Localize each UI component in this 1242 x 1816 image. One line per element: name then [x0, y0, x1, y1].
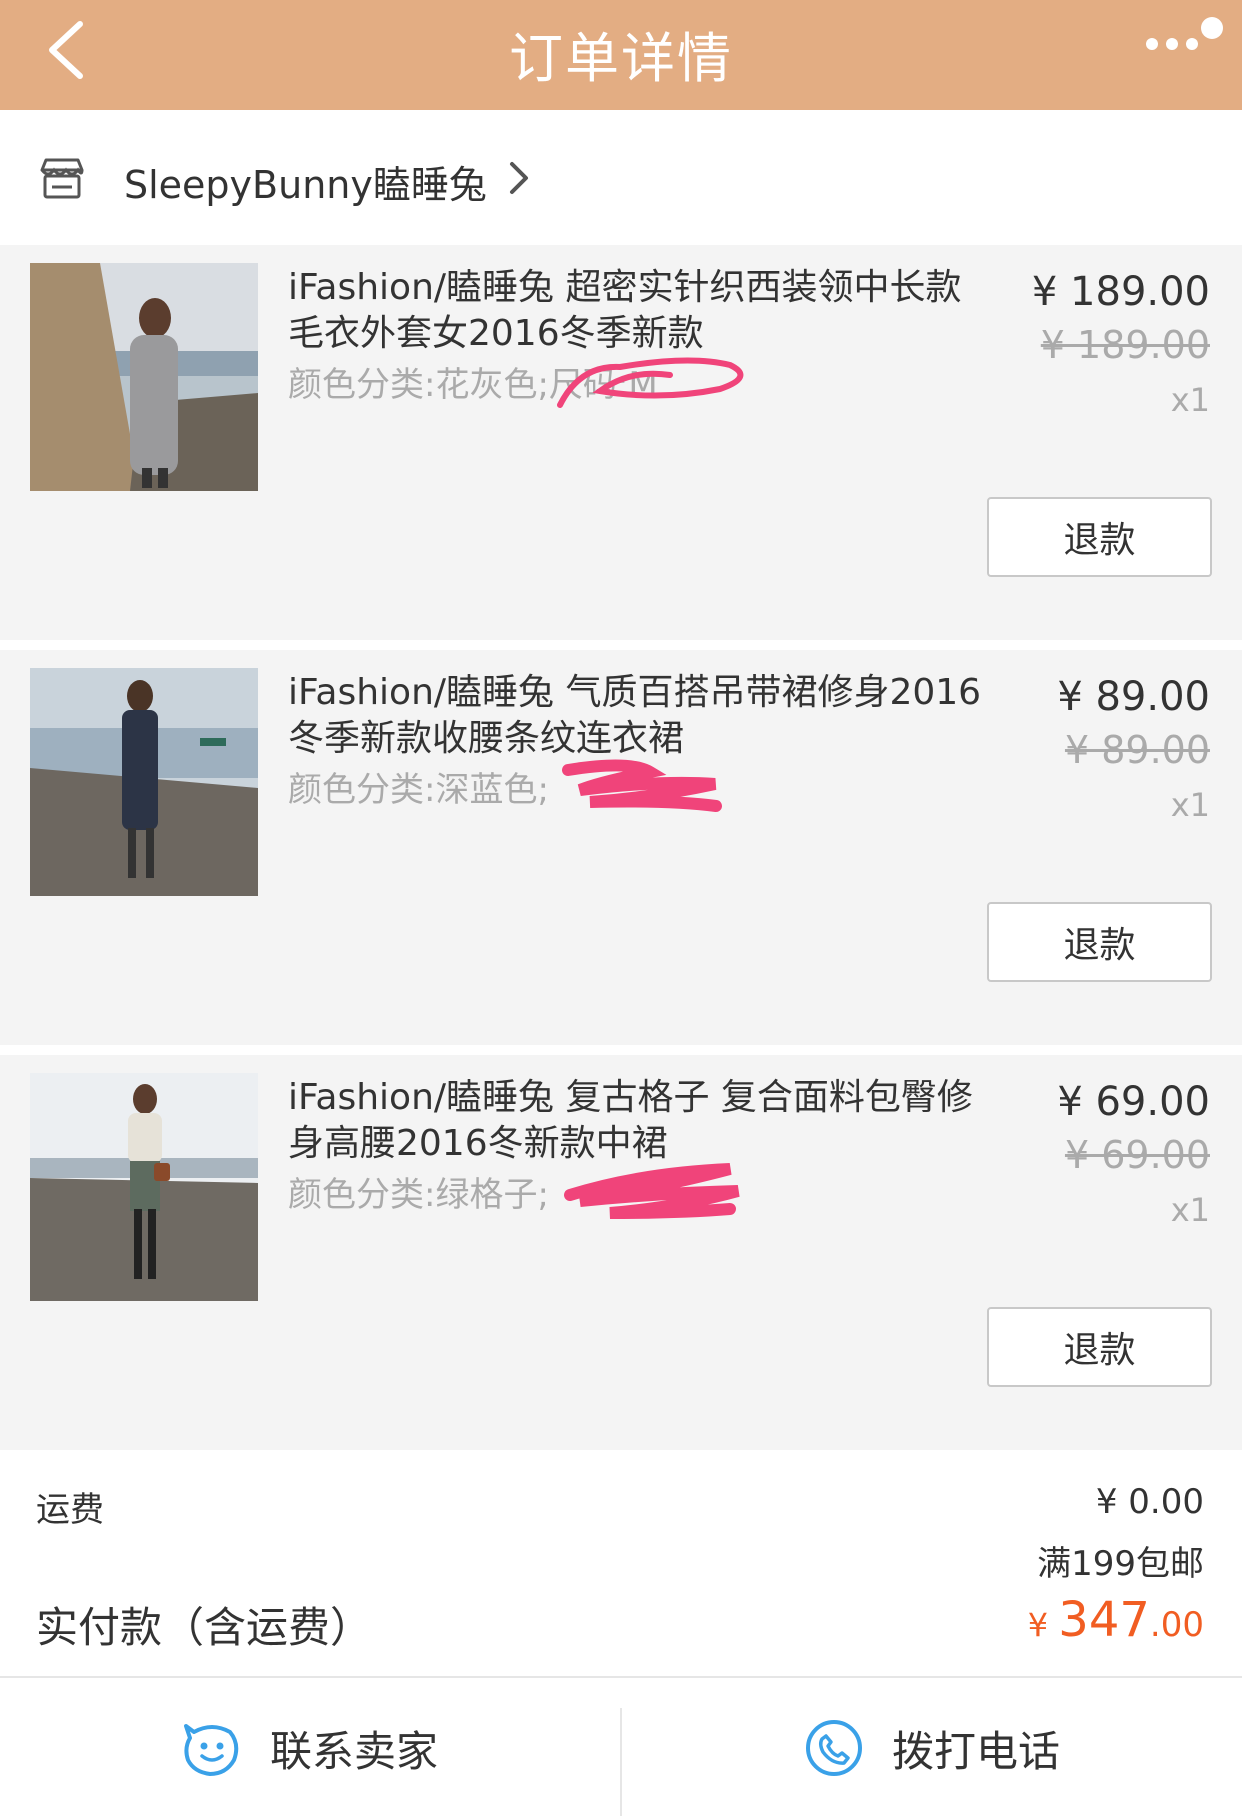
shop-name[interactable]: SleepyBunny瞌睡兔 [124, 154, 487, 209]
call-button[interactable]: 拨打电话 [622, 1678, 1242, 1816]
original-price: ¥ 89.00 [1064, 728, 1210, 772]
redaction-scribble [562, 759, 722, 812]
product-price: ¥ 69.00 [1057, 1079, 1210, 1125]
shop-row[interactable]: SleepyBunny瞌睡兔 [0, 110, 1242, 245]
nav-bar: 订单详情 [0, 0, 1242, 110]
shipping-value: ¥ 0.00 [1095, 1482, 1204, 1522]
original-price: ¥ 189.00 [1040, 323, 1210, 367]
order-item[interactable]: iFashion/瞌睡兔 超密实针织西装领中长款毛衣外套女2016冬季新款 颜色… [0, 245, 1242, 640]
phone-icon [805, 1720, 862, 1776]
product-price: ¥ 89.00 [1057, 674, 1210, 720]
refund-button[interactable]: 退款 [987, 902, 1212, 982]
order-item[interactable]: iFashion/瞌睡兔 气质百搭吊带裙修身2016冬季新款收腰条纹连衣裙 颜色… [0, 650, 1242, 1045]
total-currency: ¥ [1027, 1606, 1059, 1644]
chat-face-icon [183, 1724, 239, 1776]
product-price: ¥ 189.00 [1031, 269, 1210, 315]
redaction-scribble [557, 357, 744, 408]
bottom-action-bar: 联系卖家 拨打电话 [0, 1676, 1242, 1816]
product-title[interactable]: iFashion/瞌睡兔 气质百搭吊带裙修身2016冬季新款收腰条纹连衣裙 [288, 670, 988, 762]
product-variant: 颜色分类:绿格子; [288, 1175, 549, 1215]
free-shipping-note: 满199包邮 [1037, 1544, 1204, 1584]
page-title: 订单详情 [509, 27, 733, 90]
total-decimal: .00 [1149, 1605, 1204, 1645]
more-dots-icon[interactable] [1140, 12, 1226, 72]
total-label: 实付款（含运费） [36, 1603, 373, 1652]
redaction-scribble [564, 1163, 740, 1219]
product-thumbnail[interactable] [30, 1073, 258, 1301]
product-thumbnail[interactable] [30, 668, 258, 896]
shipping-label: 运费 [36, 1490, 104, 1530]
contact-seller-label[interactable]: 联系卖家 [270, 1718, 438, 1779]
contact-seller-button[interactable]: 联系卖家 [0, 1678, 620, 1816]
product-quantity: x1 [1170, 381, 1210, 419]
original-price: ¥ 69.00 [1064, 1133, 1210, 1177]
product-title[interactable]: iFashion/瞌睡兔 复古格子 复合面料包臀修身高腰2016冬新款中裙 [288, 1075, 988, 1167]
product-thumbnail[interactable] [30, 263, 258, 491]
refund-button[interactable]: 退款 [987, 1307, 1212, 1387]
chevron-right-icon[interactable] [504, 158, 532, 198]
product-quantity: x1 [1170, 786, 1210, 824]
total-amount: ¥ 347.00 [1028, 1592, 1204, 1648]
refund-button[interactable]: 退款 [987, 497, 1212, 577]
store-icon [40, 158, 84, 199]
product-title[interactable]: iFashion/瞌睡兔 超密实针织西装领中长款毛衣外套女2016冬季新款 [288, 265, 988, 357]
product-quantity: x1 [1170, 1191, 1210, 1229]
order-summary: 运费 ¥ 0.00 满199包邮 实付款（含运费） ¥ 347.00 [0, 1452, 1242, 1676]
order-item[interactable]: iFashion/瞌睡兔 复古格子 复合面料包臀修身高腰2016冬新款中裙 颜色… [0, 1055, 1242, 1450]
call-label[interactable]: 拨打电话 [892, 1718, 1060, 1779]
total-integer: 347 [1058, 1592, 1150, 1648]
product-variant: 颜色分类:深蓝色; [288, 770, 549, 810]
